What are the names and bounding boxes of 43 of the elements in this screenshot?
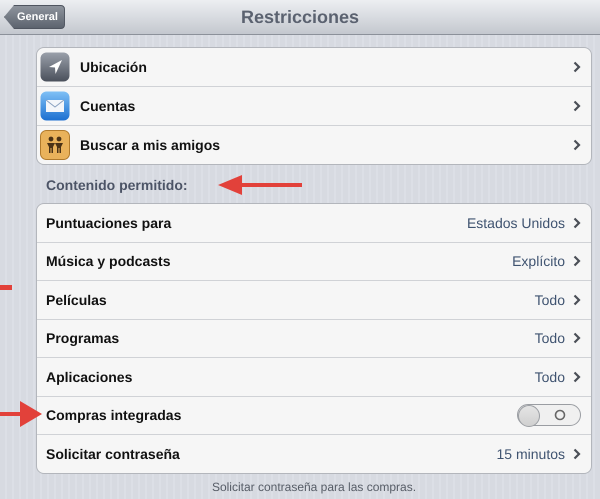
settings-row[interactable]: Aplicaciones Todo xyxy=(37,357,591,396)
back-button[interactable]: General xyxy=(4,5,65,29)
row-label: Puntuaciones para xyxy=(46,214,172,231)
row-label: Programas xyxy=(46,330,120,346)
row-label: Películas xyxy=(46,292,108,308)
row-label: Compras integradas xyxy=(46,407,182,424)
row-value: Todo xyxy=(534,368,565,385)
envelope-icon xyxy=(40,91,70,121)
toggle-switch[interactable] xyxy=(517,404,581,426)
settings-row[interactable]: Películas Todo xyxy=(37,280,591,318)
chevron-icon xyxy=(573,100,581,112)
row-value: Todo xyxy=(534,292,565,308)
row-label: Cuentas xyxy=(80,98,136,114)
row-label: Solicitar contraseña xyxy=(46,446,181,462)
chevron-icon xyxy=(573,294,581,306)
chevron-icon xyxy=(573,139,581,151)
row-label: Buscar a mis amigos xyxy=(80,137,222,153)
chevron-icon xyxy=(573,216,581,229)
chevron-icon xyxy=(573,332,581,344)
chevron-icon xyxy=(573,255,581,268)
settings-row[interactable]: Ubicación xyxy=(37,48,591,86)
row-label: Aplicaciones xyxy=(46,368,134,385)
screen-title: Restricciones xyxy=(240,6,360,28)
footer-note: Solicitar contraseña para las compras. xyxy=(210,478,418,494)
settings-row[interactable]: Cuentas xyxy=(37,86,591,125)
row-label: Música y podcasts xyxy=(46,253,172,270)
section-header: Contenido permitido: xyxy=(46,177,188,193)
settings-row[interactable]: Buscar a mis amigos xyxy=(37,125,591,164)
settings-row[interactable]: Puntuaciones para Estados Unidos xyxy=(37,204,591,242)
row-value: Estados Unidos xyxy=(466,214,565,231)
chevron-icon xyxy=(573,448,581,460)
settings-row[interactable]: Solicitar contraseña 15 minutos xyxy=(37,434,591,472)
two-people-icon xyxy=(40,130,70,160)
row-value: 15 minutos xyxy=(496,446,565,462)
settings-row[interactable]: Música y podcasts Explícito xyxy=(37,242,591,280)
row-label: Ubicación xyxy=(80,59,148,75)
chevron-icon xyxy=(573,61,581,73)
off-circle-icon xyxy=(554,409,566,422)
chevron-icon xyxy=(573,370,581,383)
row-value: Explícito xyxy=(512,253,565,270)
settings-row[interactable]: Programas Todo xyxy=(37,318,591,357)
annotation-arrow xyxy=(0,400,42,428)
row-value: Todo xyxy=(534,330,565,346)
